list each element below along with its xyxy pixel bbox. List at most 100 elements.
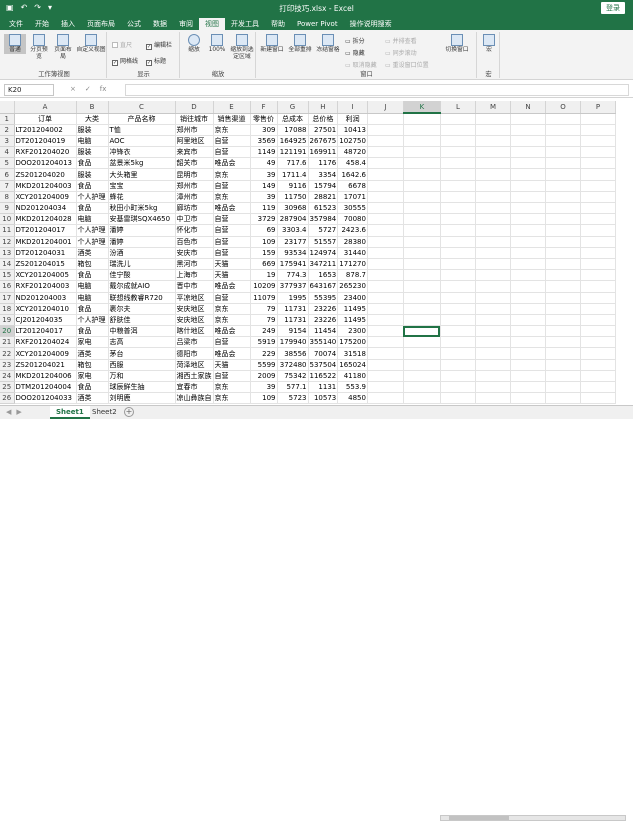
cell-N22[interactable]	[510, 347, 546, 360]
cell-L7[interactable]	[440, 180, 476, 192]
cell-D3[interactable]: 阿里地区	[175, 135, 214, 148]
cell-N15[interactable]	[510, 269, 546, 282]
cell-E19[interactable]: 京东	[213, 314, 251, 327]
cell-O8[interactable]	[545, 191, 581, 204]
tab-0[interactable]: 文件	[3, 18, 29, 30]
cell-E11[interactable]: 自营	[213, 224, 251, 237]
cell-K13[interactable]	[403, 247, 441, 259]
cell-J9[interactable]	[367, 202, 404, 215]
cell-N1[interactable]	[510, 113, 546, 125]
cell-C21[interactable]: 志高	[108, 336, 176, 349]
cell-L13[interactable]	[440, 247, 476, 259]
cell-G18[interactable]: 11731	[277, 303, 309, 315]
cell-P25[interactable]	[580, 381, 616, 394]
column-header[interactable]: E	[213, 101, 251, 114]
cell-A15[interactable]: XCY201204005	[14, 269, 77, 282]
cell-D26[interactable]: 凉山彝族自	[175, 392, 214, 405]
cell-I3[interactable]: 102750	[337, 135, 368, 148]
cell-M5[interactable]	[475, 157, 511, 170]
cell-M21[interactable]	[475, 336, 511, 349]
row-header[interactable]: 15	[0, 269, 15, 282]
cell-F26[interactable]: 109	[250, 392, 278, 405]
cell-F4[interactable]: 1149	[250, 146, 278, 159]
cell-E6[interactable]: 京东	[213, 168, 251, 181]
cell-C20[interactable]: 中粮普洱	[108, 325, 176, 338]
cell-B16[interactable]: 电脑	[76, 280, 109, 293]
sheet-nav-arrows[interactable]: ◀▶	[6, 408, 27, 416]
cell-K19[interactable]	[403, 314, 441, 327]
cell-B12[interactable]: 个人护理	[76, 236, 109, 248]
cell-K6[interactable]	[403, 168, 441, 181]
cell-M7[interactable]	[475, 180, 511, 192]
cell-F2[interactable]: 309	[250, 124, 278, 136]
cell-O9[interactable]	[545, 202, 581, 215]
cell-H24[interactable]: 116522	[308, 370, 339, 383]
cell-K21[interactable]	[403, 336, 441, 349]
cell-I14[interactable]: 171270	[337, 258, 368, 271]
cell-A2[interactable]: LT201204002	[14, 124, 77, 136]
cell-N3[interactable]	[510, 135, 546, 148]
cell-C2[interactable]: T恤	[108, 124, 176, 136]
cell-I23[interactable]: 165024	[337, 359, 368, 371]
scrollbar-thumb[interactable]	[449, 816, 509, 820]
cell-K10[interactable]	[403, 213, 441, 226]
row-header[interactable]: 24	[0, 370, 15, 383]
cell-C13[interactable]: 汾酒	[108, 247, 176, 259]
cell-A24[interactable]: MKD201204006	[14, 370, 77, 383]
column-header[interactable]: N	[510, 101, 546, 114]
cell-G25[interactable]: 577.1	[277, 381, 309, 394]
gridlines-checkbox[interactable]: ✓ 网格线	[112, 56, 138, 66]
cell-K16[interactable]	[403, 280, 441, 293]
cell-O1[interactable]	[545, 113, 581, 125]
cell-O11[interactable]	[545, 224, 581, 237]
cell-K2[interactable]	[403, 124, 441, 136]
cell-O4[interactable]	[545, 146, 581, 159]
cell-I9[interactable]: 30555	[337, 202, 368, 215]
cell-B22[interactable]: 酒类	[76, 347, 109, 360]
cell-C19[interactable]: 舒肤佳	[108, 314, 176, 327]
cell-P4[interactable]	[580, 146, 616, 159]
cell-F25[interactable]: 39	[250, 381, 278, 394]
row-header[interactable]: 1	[0, 113, 15, 125]
cell-B13[interactable]: 酒类	[76, 247, 109, 259]
cell-C18[interactable]: 裹尔夫	[108, 303, 176, 315]
cell-H11[interactable]: 5727	[308, 224, 339, 237]
cell-E8[interactable]: 京东	[213, 191, 251, 204]
cell-D25[interactable]: 宜春市	[175, 381, 214, 394]
cell-E7[interactable]: 自营	[213, 180, 251, 192]
cell-A17[interactable]: ND201204003	[14, 292, 77, 304]
cell-A14[interactable]: ZS201204015	[14, 258, 77, 271]
cell-O16[interactable]	[545, 280, 581, 293]
cell-B25[interactable]: 食品	[76, 381, 109, 394]
cell-L2[interactable]	[440, 124, 476, 136]
cell-J16[interactable]	[367, 280, 404, 293]
cell-H21[interactable]: 355140	[308, 336, 339, 349]
cell-E13[interactable]: 自营	[213, 247, 251, 259]
cell-C10[interactable]: 安基雷琪SQX4650	[108, 213, 176, 226]
column-header[interactable]: F	[250, 101, 278, 114]
cell-O2[interactable]	[545, 124, 581, 136]
select-all-corner[interactable]	[0, 101, 15, 114]
cell-P12[interactable]	[580, 236, 616, 248]
tab-8[interactable]: 开发工具	[225, 18, 265, 30]
cell-B17[interactable]: 电脑	[76, 292, 109, 304]
cell-A5[interactable]: DOO201204013	[14, 157, 77, 170]
tab-6[interactable]: 审阅	[173, 18, 199, 30]
cell-H15[interactable]: 1653	[308, 269, 339, 282]
cell-H18[interactable]: 23226	[308, 303, 339, 315]
cell-M24[interactable]	[475, 370, 511, 383]
cell-J13[interactable]	[367, 247, 404, 259]
cell-J2[interactable]	[367, 124, 404, 136]
cell-M2[interactable]	[475, 124, 511, 136]
cell-K24[interactable]	[403, 370, 441, 383]
cell-A11[interactable]: DT201204017	[14, 224, 77, 237]
column-header[interactable]: B	[76, 101, 109, 114]
login-button[interactable]: 登录	[601, 2, 625, 14]
cell-H19[interactable]: 23226	[308, 314, 339, 327]
cell-M9[interactable]	[475, 202, 511, 215]
cell-K17[interactable]	[403, 292, 441, 304]
cell-I21[interactable]: 175200	[337, 336, 368, 349]
cell-N10[interactable]	[510, 213, 546, 226]
cell-H26[interactable]: 10573	[308, 392, 339, 405]
cell-J23[interactable]	[367, 359, 404, 371]
